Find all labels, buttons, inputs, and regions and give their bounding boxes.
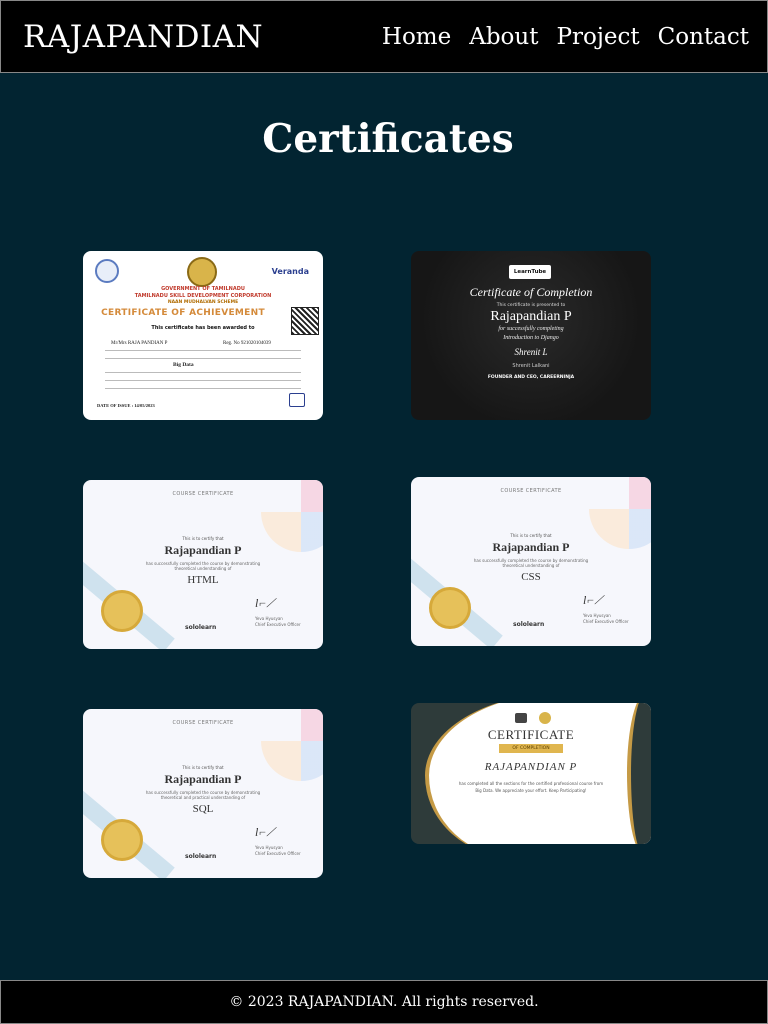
- tn-org: TAMILNADU SKILL DEVELOPMENT CORPORATION: [134, 293, 272, 299]
- cert-recipient-name: Rajapandian P: [164, 543, 242, 557]
- tn-recipient-name: RAJA PANDIAN P: [127, 341, 168, 346]
- cert-header: COURSE CERTIFICATE: [172, 491, 234, 497]
- tn-emblem-icon: [187, 257, 217, 287]
- learntube-for: for successfully completing: [498, 326, 564, 332]
- learntube-recipient-name: Rajapandian P: [490, 309, 572, 324]
- main-nav: Home About Project Contact: [382, 24, 749, 50]
- signature-icon: l⌐⟋: [255, 596, 275, 610]
- certificate-card-html[interactable]: COURSE CERTIFICATE This is to certify th…: [83, 480, 323, 649]
- cert-signer: Yeva Hyusyan: [583, 613, 611, 618]
- nav-about-link[interactable]: About: [469, 24, 538, 50]
- tn-emblem-icon: [539, 712, 551, 724]
- navbar: RAJAPANDIAN Home About Project Contact: [0, 0, 768, 73]
- cert-header: COURSE CERTIFICATE: [500, 488, 562, 494]
- learntube-signer: Shrenit Lalkani: [512, 363, 550, 369]
- signature-icon: l⌐⟋: [583, 593, 603, 607]
- cert-signer-role: Chief Executive Officer: [255, 851, 301, 856]
- tn-issue-date: DATE OF ISSUE : 14/05/2023: [97, 403, 155, 408]
- veranda-logo: Veranda: [271, 267, 309, 276]
- cert-signer: Yeva Hyusyan: [255, 845, 283, 850]
- tn-skill-logo-icon: [95, 259, 119, 283]
- nav-home-link[interactable]: Home: [382, 24, 451, 50]
- learntube-course: Introduction to Django: [503, 335, 559, 341]
- cert-signer-role: Chief Executive Officer: [255, 622, 301, 627]
- cert-signer: Yeva Hyusyan: [255, 616, 283, 621]
- tn-reg-no: 921020104039: [240, 341, 271, 346]
- cert-certify: This is to certify that: [182, 536, 224, 541]
- cert-certify: This is to certify that: [510, 533, 552, 538]
- cert-recipient-name: Rajapandian P: [492, 540, 570, 554]
- gold-seal-icon: [101, 590, 143, 632]
- cert-desc: has successfully completed the course by…: [473, 558, 589, 568]
- site-brand[interactable]: RAJAPANDIAN: [23, 19, 263, 55]
- guvi-title: CERTIFICATE: [487, 727, 575, 742]
- cert-recipient-name: Rajapandian P: [164, 772, 242, 786]
- learntube-presented: This certificate is presented to: [496, 303, 566, 308]
- tn-course: Big Data: [173, 362, 194, 368]
- tn-top-org: GOVERNMENT OF TAMILNADU: [161, 286, 245, 292]
- guvi-line-1: has completed all the sections for the c…: [458, 781, 604, 786]
- nav-project-link[interactable]: Project: [556, 24, 639, 50]
- signature-icon: l⌐⟋: [255, 825, 275, 839]
- cert-course: SQL: [192, 803, 214, 815]
- certificate-card-learntube[interactable]: LearnTube Certificate of Completion This…: [411, 251, 651, 420]
- guvi-ribbon: OF COMPLETION: [499, 744, 563, 753]
- guvi-line-2: Big Data. We appreciate your effort. Kee…: [475, 788, 587, 793]
- cert-course: CSS: [521, 571, 541, 583]
- learntube-role: FOUNDER AND CEO, CAREERNINJA: [487, 375, 575, 380]
- guvi-recipient-name: RAJAPANDIAN P: [484, 761, 578, 773]
- nav-contact-link[interactable]: Contact: [658, 24, 749, 50]
- certificate-card-sql[interactable]: COURSE CERTIFICATE This is to certify th…: [83, 709, 323, 878]
- cert-header: COURSE CERTIFICATE: [172, 720, 234, 726]
- sololearn-logo: sololearn: [185, 624, 217, 631]
- cert-signer-role: Chief Executive Officer: [583, 619, 629, 624]
- sololearn-logo: sololearn: [185, 853, 217, 860]
- cert-certify: This is to certify that: [182, 765, 224, 770]
- footer-copyright: © 2023 RAJAPANDIAN. All rights reserved.: [229, 994, 539, 1010]
- gold-seal-icon: [429, 587, 471, 629]
- page-title: Certificates: [262, 116, 514, 162]
- certificate-card-css[interactable]: COURSE CERTIFICATE This is to certify th…: [411, 477, 651, 646]
- sololearn-logo: sololearn: [513, 621, 545, 628]
- tn-awarded-text: This certificate has been awarded to: [151, 325, 255, 331]
- certificate-card-guvi[interactable]: CERTIFICATE OF COMPLETION RAJAPANDIAN P …: [411, 703, 651, 844]
- learntube-logo: LearnTube: [509, 265, 551, 279]
- signature-icon: [289, 393, 305, 407]
- certificate-card-tn[interactable]: Veranda GOVERNMENT OF TAMILNADU TAMILNAD…: [83, 251, 323, 420]
- guvi-paper-panel: [425, 703, 651, 844]
- cert-desc: has successfully completed the course by…: [145, 790, 261, 800]
- tn-scheme: NAAN MUDHALVAN SCHEME: [167, 300, 239, 305]
- tn-title: CERTIFICATE OF ACHIEVEMENT: [101, 308, 265, 318]
- learntube-title: Certificate of Completion: [469, 285, 593, 299]
- cert-course: HTML: [187, 574, 219, 586]
- guvi-side-band: [627, 703, 651, 844]
- gold-seal-icon: [101, 819, 143, 861]
- signature-icon: Shrenit L: [514, 347, 548, 357]
- cert-desc: has successfully completed the course by…: [145, 561, 261, 571]
- guvi-logo-icon: [515, 713, 527, 723]
- footer: © 2023 RAJAPANDIAN. All rights reserved.: [0, 980, 768, 1024]
